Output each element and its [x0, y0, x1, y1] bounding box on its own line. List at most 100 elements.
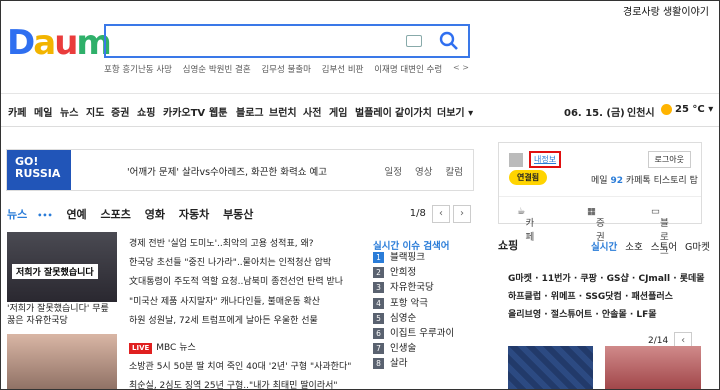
news-photo[interactable]: 저희가 잘못했습니다	[7, 232, 117, 302]
realtime-item[interactable]: 6 이집트 우루과이	[373, 326, 454, 341]
avatar	[509, 153, 523, 167]
service-shortcuts: ☕ 카페 ▦ 증권 ▭ 블로그	[499, 196, 701, 257]
login-box: 내정보 로그아웃 연결됨 메일 92 카페톡 티스토리 탑 ☕ 카페 ▦ 증권 …	[498, 142, 702, 257]
trending-keywords: 포항 흥기난동 사망 심영순 박원빈 결혼 김무성 불출마 김부선 비판 이재명…	[104, 63, 474, 75]
tab-gmarket[interactable]: G마켓	[685, 242, 710, 253]
shopping-tabs: 실시간 소호 스토어 G마켓	[591, 239, 715, 253]
headline[interactable]: 文대통령이 주도적 역할 요청..남북미 종전선언 탄력 받나	[129, 273, 354, 292]
nav-item[interactable]: 증권	[111, 104, 129, 119]
news-photo-caption[interactable]: '저희가 잘못했습니다' 무릎 꿇은 자유한국당	[7, 303, 119, 327]
tab-realestate[interactable]: 부동산	[223, 208, 253, 221]
tab-sports[interactable]: 스포츠	[101, 208, 131, 221]
nav-item[interactable]: 브런치	[269, 104, 297, 119]
banner-tab[interactable]: 영상	[415, 167, 432, 178]
date-text: 06. 15. (금)	[564, 108, 625, 119]
mail-link[interactable]: 메일	[591, 176, 608, 186]
kakao-connect-badge[interactable]: 연결됨	[509, 170, 548, 185]
realtime-item[interactable]: 3 자유한국당	[373, 280, 454, 295]
my-info-link[interactable]: 내정보	[529, 151, 562, 168]
photo-caption-overlay: 저희가 잘못했습니다	[12, 264, 98, 279]
next-button[interactable]: ›	[453, 205, 471, 223]
realtime-item[interactable]: 8 살라	[373, 356, 454, 371]
account-links: 메일 92 카페톡 티스토리 탑	[591, 173, 698, 186]
logout-button[interactable]: 로그아웃	[647, 151, 691, 168]
nav-item[interactable]: 카카오TV	[163, 104, 205, 119]
nav-item[interactable]: 지도	[86, 104, 104, 119]
nav-more[interactable]: 더보기 ▾	[437, 104, 473, 119]
trend-item[interactable]: 김무성 불출마	[261, 65, 311, 75]
headline[interactable]: 경제 전반 '실업 도미노'..최악의 고용 성적표, 왜?	[129, 235, 354, 254]
stock-shortcut[interactable]: ▦ 증권	[587, 206, 605, 243]
blog-stamp: 경로사랑 생활이야기	[623, 7, 709, 18]
nav-item[interactable]: 쇼핑	[137, 104, 155, 119]
trend-item[interactable]: 심영순 박원빈 결혼	[183, 65, 251, 75]
headline-list: 경제 전반 '실업 도미노'..최악의 고용 성적표, 왜? 한국당 초선들 "…	[129, 235, 354, 331]
nav-item[interactable]: 사전	[303, 104, 321, 119]
headline[interactable]: 최순실, 2심도 징역 25년 구형.."내가 최태민 딸이라서"	[129, 377, 354, 389]
banner-headline[interactable]: '어깨가 문제' 살라vs수아레즈, 화끈한 화력쇼 예고	[127, 164, 327, 178]
trend-item[interactable]: 이재명 대변인 수렁	[374, 65, 442, 75]
tab-movie[interactable]: 영화	[145, 208, 165, 221]
news-pager: 1/8 ‹ ›	[410, 205, 471, 223]
tab-realtime[interactable]: 실시간	[591, 242, 617, 253]
dots-icon: •••	[37, 211, 53, 220]
shop-links-row[interactable]: 올리브영 · 절스튜어트 · 안솔몰 · LF몰	[508, 307, 657, 320]
shopping-section: 쇼핑 실시간 소호 스토어 G마켓 G마켓 · 11번가 · 쿠팡 · GS샵 …	[498, 237, 710, 368]
weather-city[interactable]: 인천시	[627, 104, 655, 119]
product-image[interactable]	[605, 346, 701, 389]
mail-count: 92	[610, 176, 623, 186]
realtime-item[interactable]: 7 인생술	[373, 341, 454, 356]
realtime-item[interactable]: 1 블랙핑크	[373, 250, 454, 265]
search-icon[interactable]	[438, 30, 460, 52]
nav-item[interactable]: 벌플레이	[355, 104, 392, 119]
keyboard-icon[interactable]	[406, 35, 422, 47]
headline[interactable]: 한국당 초선들 "중진 나가라"..물아치는 인적청산 압박	[129, 254, 354, 273]
tab-car[interactable]: 자동차	[179, 208, 209, 221]
nav-item[interactable]: 뉴스	[60, 104, 78, 119]
headline[interactable]: 소방관 5시 50분 딸 치여 죽인 40대 '2년' 구형 "사과한다"	[129, 358, 354, 377]
account-link[interactable]: 탑	[690, 176, 698, 186]
banner-tab[interactable]: 칼럼	[446, 167, 463, 178]
go-russia-logo: GO! RUSSIA	[7, 150, 71, 190]
realtime-item[interactable]: 5 심영순	[373, 311, 454, 326]
shop-links-row[interactable]: G마켓 · 11번가 · 쿠팡 · GS샵 · CJmall · 롯데몰	[508, 271, 705, 284]
product-image[interactable]	[508, 346, 593, 389]
nav-item[interactable]: 웹툰	[209, 104, 227, 119]
tab-entertainment[interactable]: 연예	[66, 208, 86, 221]
realtime-item[interactable]: 2 안희정	[373, 265, 454, 280]
shop-links-row[interactable]: 하프클럽 · 위메프 · SSG닷컴 · 패션플러스	[508, 289, 673, 302]
global-nav: 카페 메일 뉴스 지도 증권 쇼핑 카카오TV 웹툰 블로그 브런치 사전 게임…	[1, 93, 719, 127]
trend-item[interactable]: 포항 흥기난동 사망	[104, 65, 172, 75]
daum-logo[interactable]: Daum	[7, 23, 112, 63]
live-source[interactable]: MBC 뉴스	[156, 343, 196, 353]
nav-item[interactable]: 블로그	[236, 104, 264, 119]
news-photo-2[interactable]	[7, 334, 117, 389]
realtime-item[interactable]: 4 포항 악극	[373, 296, 454, 311]
cafe-shortcut[interactable]: ☕ 카페	[517, 206, 534, 243]
blog-shortcut[interactable]: ▭ 블로그	[651, 206, 669, 257]
headline[interactable]: 하원 성원날, 72세 트럼프에게 날아든 우울한 선물	[129, 312, 354, 331]
nav-item[interactable]: 메일	[34, 104, 52, 119]
headline[interactable]: "미국산 제품 사지말자" 캐나다인들, 불매운동 확산	[129, 293, 354, 312]
search-box[interactable]	[104, 24, 470, 58]
nav-item[interactable]: 게임	[329, 104, 347, 119]
prev-button[interactable]: ‹	[432, 205, 450, 223]
headline-list-2: LIVE MBC 뉴스 소방관 5시 50분 딸 치여 죽인 40대 '2년' 구…	[129, 339, 354, 389]
page-indicator: 2/14	[648, 336, 669, 346]
account-link[interactable]: 카페톡	[626, 176, 651, 186]
browser-page: Daum 포항 흥기난동 사망 심영순 박원빈 결혼 김무성 불출마 김부선 비…	[0, 0, 720, 390]
trend-item[interactable]: 김부선 비판	[322, 65, 364, 75]
tab-news[interactable]: 뉴스	[7, 208, 27, 221]
banner-tab[interactable]: 일정	[384, 167, 401, 178]
tab-store[interactable]: 스토어	[651, 242, 677, 253]
nav-item[interactable]: 같이가치	[395, 104, 432, 119]
worldcup-banner[interactable]: GO! RUSSIA '어깨가 문제' 살라vs수아레즈, 화끈한 화력쇼 예고…	[6, 149, 474, 191]
realtime-list: 1 블랙핑크 2 안희정 3 자유한국당 4 포항 악극 5 심영순 6 이집트 우루과이 …	[373, 250, 454, 372]
trend-nav[interactable]: < >	[453, 63, 469, 72]
account-link[interactable]: 티스토리	[654, 176, 687, 186]
news-tabs: 뉴스 ••• 연예 스포츠 영화 자동차 부동산	[7, 206, 263, 222]
sun-icon	[661, 104, 672, 115]
weather-temp[interactable]: 25 °C ▾	[675, 104, 713, 115]
nav-item[interactable]: 카페	[8, 104, 26, 119]
tab-soho[interactable]: 소호	[625, 242, 642, 253]
